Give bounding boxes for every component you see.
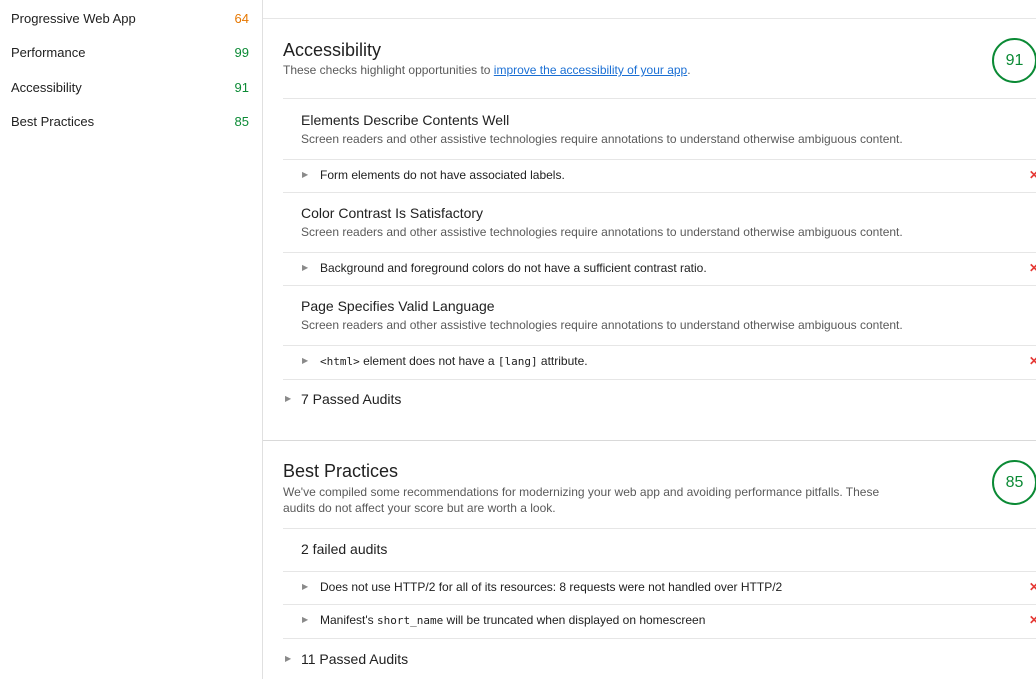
audit-title: Form elements do not have associated lab… xyxy=(320,168,565,182)
audit-title: Manifest's short_name will be truncated … xyxy=(320,613,705,627)
description-line: We've compiled some recommendations for … xyxy=(283,485,880,499)
divider xyxy=(283,252,1036,253)
fail-icon: ✕ xyxy=(1029,354,1036,368)
expand-triangle-icon: ▶ xyxy=(302,582,309,591)
passed-audits-label: 11 Passed Audits xyxy=(301,651,409,667)
audit-text: Manifest's xyxy=(320,613,377,627)
divider xyxy=(283,571,1036,572)
divider xyxy=(283,285,1036,286)
accessibility-description: These checks highlight opportunities to … xyxy=(283,62,691,78)
passed-audits-label: 7 Passed Audits xyxy=(301,391,402,407)
divider xyxy=(283,159,1036,160)
audit-title: Does not use HTTP/2 for all of its resou… xyxy=(320,580,783,594)
audit-text: attribute. xyxy=(537,354,588,368)
audit-title: <html> element does not have a [lang] at… xyxy=(320,354,588,368)
expand-triangle-icon: ▶ xyxy=(302,356,309,365)
sidebar-item-best-practices[interactable]: Best Practices 85 xyxy=(11,112,249,132)
audit-group-title: Color Contrast Is Satisfactory xyxy=(301,205,484,221)
expand-triangle-icon: ▶ xyxy=(302,615,309,624)
sidebar-item-progressive-web-app[interactable]: Progressive Web App 64 xyxy=(11,9,249,29)
expand-triangle-icon: ▶ xyxy=(285,394,292,403)
audit-group-title: Elements Describe Contents Well xyxy=(301,112,510,128)
code-snippet: short_name xyxy=(376,614,444,627)
section-divider xyxy=(263,18,1036,19)
audit-title: Background and foreground colors do not … xyxy=(320,261,707,275)
expand-triangle-icon: ▶ xyxy=(302,170,309,179)
sidebar-item-score: 64 xyxy=(234,11,249,26)
sidebar-item-score: 99 xyxy=(234,45,249,60)
audit-row-http2[interactable]: ▶ Does not use HTTP/2 for all of its res… xyxy=(283,576,1036,600)
divider xyxy=(283,379,1036,380)
divider xyxy=(283,345,1036,346)
best-practices-score-gauge: 85 xyxy=(992,460,1036,505)
divider xyxy=(283,604,1036,605)
audit-group-description: Screen readers and other assistive techn… xyxy=(301,132,903,146)
expand-triangle-icon: ▶ xyxy=(302,263,309,272)
description-text: . xyxy=(687,63,691,77)
code-snippet: [lang] xyxy=(497,355,538,368)
sidebar-item-performance[interactable]: Performance 99 xyxy=(11,43,249,63)
audit-row-html-lang[interactable]: ▶ <html> element does not have a [lang] … xyxy=(283,350,1036,374)
sidebar-item-score: 91 xyxy=(234,80,249,95)
audit-group-description: Screen readers and other assistive techn… xyxy=(301,225,903,239)
audit-group-title: Page Specifies Valid Language xyxy=(301,298,495,314)
divider xyxy=(283,528,1036,529)
category-divider xyxy=(263,440,1036,441)
sidebar-item-score: 85 xyxy=(234,114,249,129)
description-line: audits do not affect your score but are … xyxy=(283,501,556,515)
accessibility-score-gauge: 91 xyxy=(992,38,1036,83)
sidebar-item-label: Best Practices xyxy=(11,114,95,129)
sidebar-item-accessibility[interactable]: Accessibility 91 xyxy=(11,78,249,98)
sidebar-item-label: Progressive Web App xyxy=(11,11,136,26)
fail-icon: ✕ xyxy=(1029,261,1036,275)
report-main: Accessibility These checks highlight opp… xyxy=(263,0,1036,679)
audit-row-color-contrast[interactable]: ▶ Background and foreground colors do no… xyxy=(283,257,1036,281)
audit-group-description: Screen readers and other assistive techn… xyxy=(301,318,903,332)
accessibility-title: Accessibility xyxy=(283,40,382,60)
fail-icon: ✕ xyxy=(1029,613,1036,627)
audit-text: element does not have a xyxy=(359,354,498,368)
sidebar-item-label: Performance xyxy=(11,45,86,60)
audit-text: will be truncated when displayed on home… xyxy=(443,613,706,627)
fail-icon: ✕ xyxy=(1029,580,1036,594)
failed-audits-group-label: 2 failed audits xyxy=(301,541,388,557)
divider xyxy=(283,98,1036,99)
fail-icon: ✕ xyxy=(1029,168,1036,182)
description-text: These checks highlight opportunities to xyxy=(283,63,494,77)
divider xyxy=(283,192,1036,193)
expand-triangle-icon: ▶ xyxy=(285,654,292,663)
code-snippet: <html> xyxy=(320,355,360,368)
best-practices-title: Best Practices xyxy=(283,461,399,481)
divider xyxy=(283,638,1036,639)
sidebar-item-label: Accessibility xyxy=(11,80,82,95)
audit-row-manifest-short-name[interactable]: ▶ Manifest's short_name will be truncate… xyxy=(283,609,1036,633)
sidebar: Progressive Web App 64 Performance 99 Ac… xyxy=(0,0,263,679)
best-practices-description: We've compiled some recommendations for … xyxy=(283,484,879,516)
accessibility-help-link[interactable]: improve the accessibility of your app xyxy=(494,63,687,77)
audit-row-form-labels[interactable]: ▶ Form elements do not have associated l… xyxy=(283,164,1036,188)
